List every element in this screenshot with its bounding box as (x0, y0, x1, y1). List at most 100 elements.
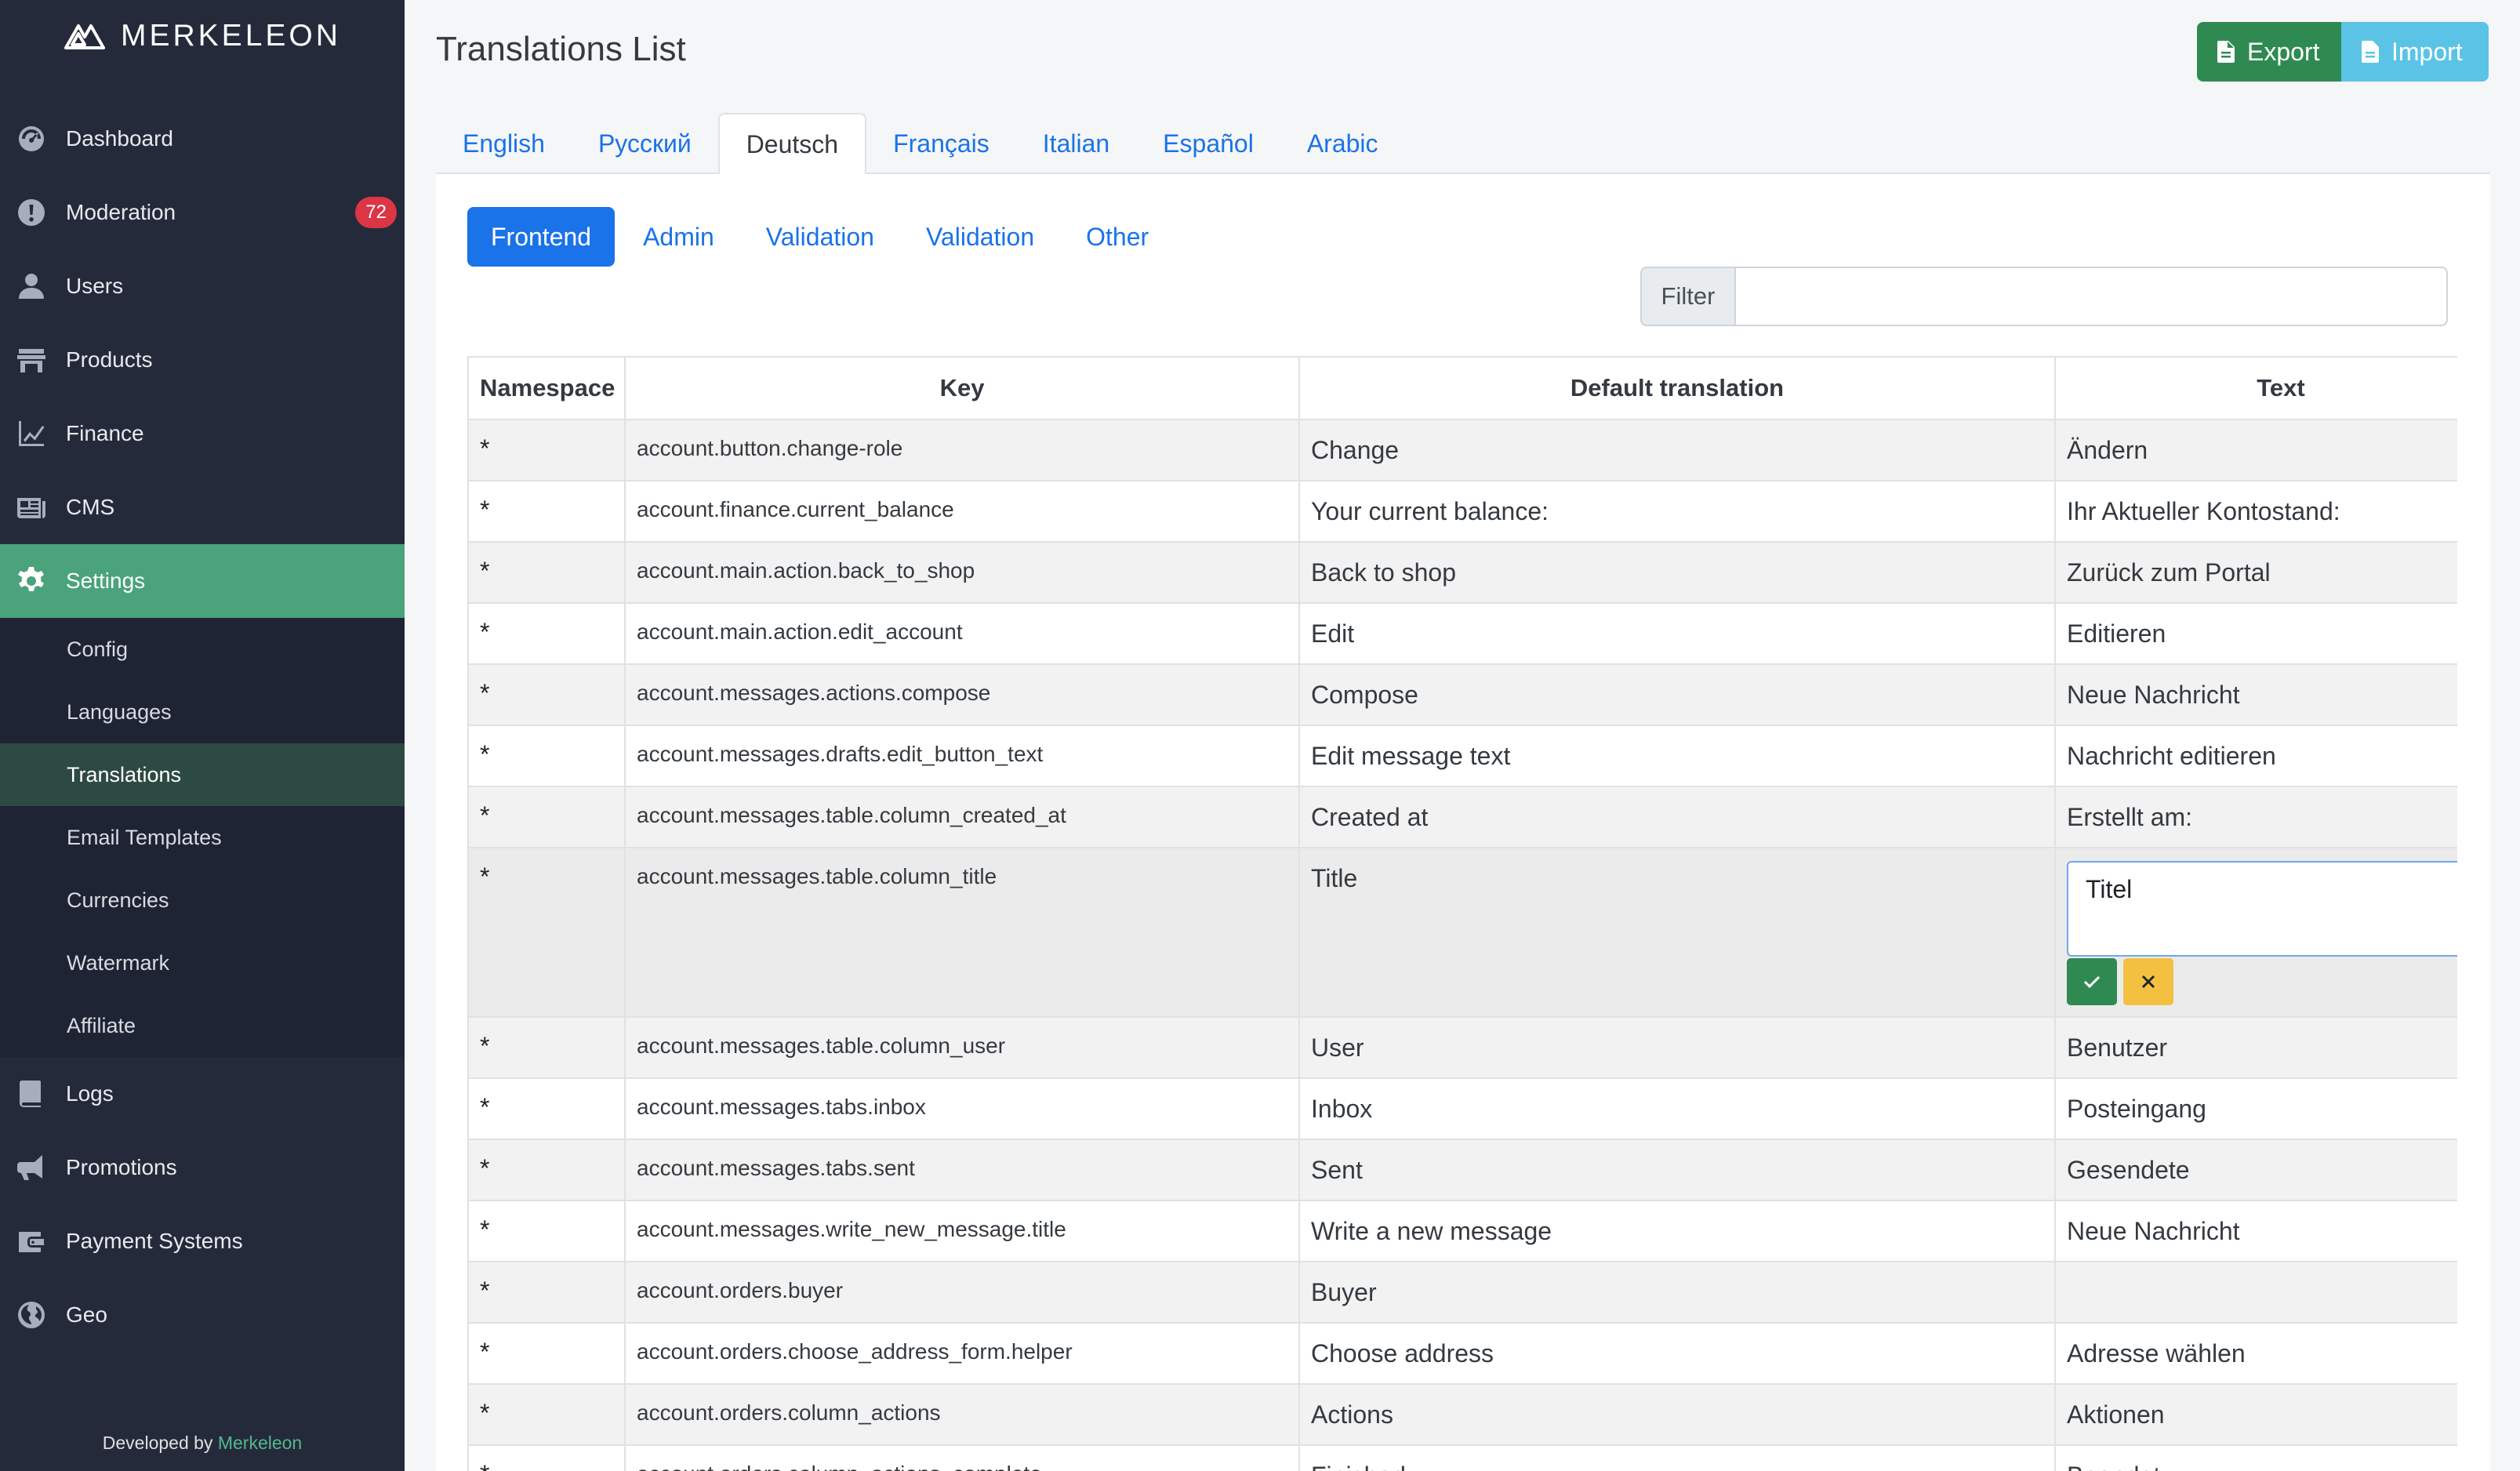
tab-language-4[interactable]: Italian (1016, 113, 1136, 174)
submenu-item-translations[interactable]: Translations (0, 743, 405, 806)
tab-language-3[interactable]: Français (866, 113, 1016, 174)
cancel-edit-button[interactable] (2123, 958, 2173, 1005)
sidebar-item-finance[interactable]: Finance (0, 397, 405, 470)
sidebar-item-logs[interactable]: Logs (0, 1057, 405, 1131)
newspaper-icon (14, 490, 49, 525)
translation-text-cell[interactable]: Ändern (2054, 419, 2457, 481)
submenu-item-currencies[interactable]: Currencies (0, 869, 405, 932)
table-row[interactable]: * account.button.change-role Change Ändern (467, 419, 2457, 481)
table-row[interactable]: * account.finance.current_balance Your cur… (467, 480, 2457, 543)
namespace-cell: * (467, 725, 626, 787)
table-row[interactable]: * account.orders.buyer Buyer (467, 1261, 2457, 1324)
table-row[interactable]: * account.orders.choose_address_form.help… (467, 1322, 2457, 1385)
filter-group: Filter (1640, 267, 2448, 326)
sidebar: MERKELEON Dashboard Moderation 72 Users Prod… (0, 0, 405, 1471)
translation-text-cell[interactable]: Adresse wählen (2054, 1322, 2457, 1385)
translation-text-cell[interactable]: Titel (2054, 847, 2457, 1018)
table-row[interactable]: * account.main.action.back_to_shop Back to… (467, 541, 2457, 604)
brand[interactable]: MERKELEON (64, 14, 341, 58)
key-cell: account.messages.tabs.sent (624, 1139, 1300, 1201)
sidebar-item-dashboard[interactable]: Dashboard (0, 102, 405, 176)
sidebar-item-settings[interactable]: Settings (0, 544, 405, 618)
tab-section-other-4[interactable]: Other (1062, 207, 1172, 267)
tab-language-5[interactable]: Español (1136, 113, 1280, 174)
sidebar-footer: Developed by Merkeleon (0, 1433, 405, 1454)
tab-section-validation-3[interactable]: Validation (902, 207, 1058, 267)
submenu-item-affiliate[interactable]: Affiliate (0, 994, 405, 1057)
tab-language-1[interactable]: Русский (572, 113, 718, 174)
column-header-default[interactable]: Default translation (1298, 356, 2056, 420)
translation-text-cell[interactable] (2054, 1261, 2457, 1324)
sidebar-item-moderation[interactable]: Moderation 72 (0, 176, 405, 249)
translation-text-cell[interactable]: Nachricht editieren (2054, 725, 2457, 787)
translation-text-cell[interactable]: Beendet (2054, 1444, 2457, 1471)
translation-text-cell[interactable]: Benutzer (2054, 1016, 2457, 1079)
key-cell: account.orders.column_actions (624, 1383, 1300, 1446)
export-button[interactable]: Export (2197, 22, 2341, 82)
column-header-namespace[interactable]: Namespace (467, 356, 626, 420)
namespace-cell: * (467, 1383, 626, 1446)
translation-text-cell[interactable]: Erstellt am: (2054, 786, 2457, 848)
translation-text-cell[interactable]: Aktionen (2054, 1383, 2457, 1446)
import-button[interactable]: Import (2341, 22, 2489, 82)
table-row[interactable]: * account.messages.table.column_created_a… (467, 786, 2457, 848)
column-header-text[interactable]: Text (2054, 356, 2457, 420)
table-row[interactable]: * account.messages.tabs.sent Sent Gesendete (467, 1139, 2457, 1201)
tab-section-admin-1[interactable]: Admin (619, 207, 738, 267)
table-row[interactable]: * account.messages.tabs.inbox Inbox Postein… (467, 1077, 2457, 1140)
submenu-item-email-templates[interactable]: Email Templates (0, 806, 405, 869)
tab-language-6[interactable]: Arabic (1280, 113, 1405, 174)
table-header-row: Namespace Key Default translation Text (467, 356, 2457, 420)
sidebar-nav: Dashboard Moderation 72 Users Products Financ… (0, 102, 405, 1352)
submenu-item-config[interactable]: Config (0, 618, 405, 681)
table-row[interactable]: * account.messages.table.column_user User B… (467, 1016, 2457, 1079)
sidebar-item-label: Geo (66, 1302, 107, 1327)
translation-text-cell[interactable]: Neue Nachricht (2054, 663, 2457, 726)
default-translation-cell: Edit (1298, 602, 2056, 665)
namespace-cell: * (467, 1016, 626, 1079)
submenu-item-languages[interactable]: Languages (0, 681, 405, 743)
key-cell: account.messages.table.column_created_at (624, 786, 1300, 848)
translation-text-cell[interactable]: Ihr Aktueller Kontostand: (2054, 480, 2457, 543)
sidebar-item-geo[interactable]: Geo (0, 1278, 405, 1352)
submenu-item-watermark[interactable]: Watermark (0, 932, 405, 994)
table-row[interactable]: * account.messages.actions.compose Compose… (467, 663, 2457, 726)
translation-text-cell[interactable]: Zurück zum Portal (2054, 541, 2457, 604)
table-row[interactable]: * account.orders.column_actions Actions Akt… (467, 1383, 2457, 1446)
sidebar-item-cms[interactable]: CMS (0, 470, 405, 544)
filter-input[interactable] (1736, 267, 2448, 326)
table-row[interactable]: * account.messages.write_new_message.titl… (467, 1200, 2457, 1262)
save-translation-button[interactable] (2067, 958, 2117, 1005)
sidebar-item-promotions[interactable]: Promotions (0, 1131, 405, 1204)
book-icon (14, 1077, 49, 1111)
tab-language-0[interactable]: English (436, 113, 572, 174)
table-row[interactable]: *account.orders.column_actions_completeF… (467, 1444, 2457, 1471)
sidebar-item-users[interactable]: Users (0, 249, 405, 323)
translation-text-cell[interactable]: Editieren (2054, 602, 2457, 665)
translation-edit-textarea[interactable]: Titel (2067, 861, 2457, 957)
brand-name: MERKELEON (121, 19, 341, 53)
tab-section-validation-2[interactable]: Validation (743, 207, 898, 267)
footer-link[interactable]: Merkeleon (218, 1433, 302, 1453)
tab-language-2[interactable]: Deutsch (717, 113, 867, 176)
moderation-count-badge: 72 (355, 197, 397, 228)
table-row[interactable]: * account.main.action.edit_account Edit Edi… (467, 602, 2457, 665)
sidebar-item-label: Products (66, 347, 153, 372)
translation-text-cell[interactable]: Neue Nachricht (2054, 1200, 2457, 1262)
sidebar-item-label: Logs (66, 1081, 114, 1106)
file-icon (2362, 41, 2379, 63)
tab-section-frontend-0[interactable]: Frontend (467, 207, 615, 267)
default-translation-cell: Buyer (1298, 1261, 2056, 1324)
table-row[interactable]: * account.messages.table.column_title Titl… (467, 847, 2457, 1018)
translation-text-cell[interactable]: Posteingang (2054, 1077, 2457, 1140)
sidebar-item-label: Users (66, 274, 124, 298)
key-cell: account.messages.tabs.inbox (624, 1077, 1300, 1140)
table-row[interactable]: * account.messages.drafts.edit_button_tex… (467, 725, 2457, 787)
sidebar-item-label: Dashboard (66, 126, 173, 151)
default-translation-cell: Created at (1298, 786, 2056, 848)
translation-text-cell[interactable]: Gesendete (2054, 1139, 2457, 1201)
sidebar-item-products[interactable]: Products (0, 323, 405, 397)
default-translation-cell: Edit message text (1298, 725, 2056, 787)
sidebar-item-payment-systems[interactable]: Payment Systems (0, 1204, 405, 1278)
column-header-key[interactable]: Key (624, 356, 1300, 420)
